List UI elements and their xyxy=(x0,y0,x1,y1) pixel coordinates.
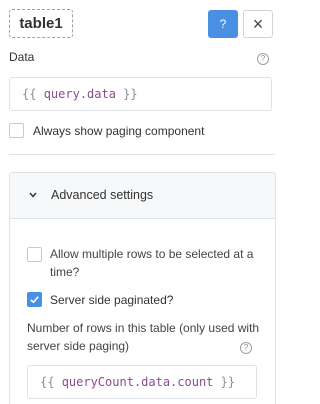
always-show-paging-checkbox[interactable] xyxy=(9,123,24,138)
checkmark-icon xyxy=(30,296,39,304)
inspector-header: table1 ? × xyxy=(0,0,276,46)
multi-select-label: Allow multiple rows to be selected at a … xyxy=(50,247,254,279)
chevron-down-icon xyxy=(29,192,37,198)
advanced-settings-header[interactable]: Advanced settings xyxy=(10,173,275,219)
close-button[interactable]: × xyxy=(243,10,273,38)
help-button[interactable]: ? xyxy=(208,10,238,38)
component-name-field[interactable]: table1 xyxy=(9,9,73,38)
section-divider xyxy=(9,154,275,155)
question-circle-icon[interactable]: ? xyxy=(257,53,269,65)
rows-count-label: Number of rows in this table (only used … xyxy=(27,321,260,353)
advanced-settings-panel: Advanced settings Allow multiple rows to… xyxy=(9,172,276,404)
data-label: Data xyxy=(9,50,35,64)
always-show-paging-label: Always show paging component xyxy=(33,124,205,138)
server-paginated-checkbox[interactable] xyxy=(27,292,42,307)
multi-select-checkbox[interactable] xyxy=(27,247,42,262)
question-circle-icon[interactable]: ? xyxy=(240,342,252,354)
rows-count-code-input[interactable]: {{ queryCount .data.count }} xyxy=(27,365,257,399)
server-paginated-label: Server side paginated? xyxy=(50,293,174,307)
data-code-input[interactable]: {{ query .data }} xyxy=(9,77,272,111)
advanced-settings-title: Advanced settings xyxy=(51,188,154,202)
